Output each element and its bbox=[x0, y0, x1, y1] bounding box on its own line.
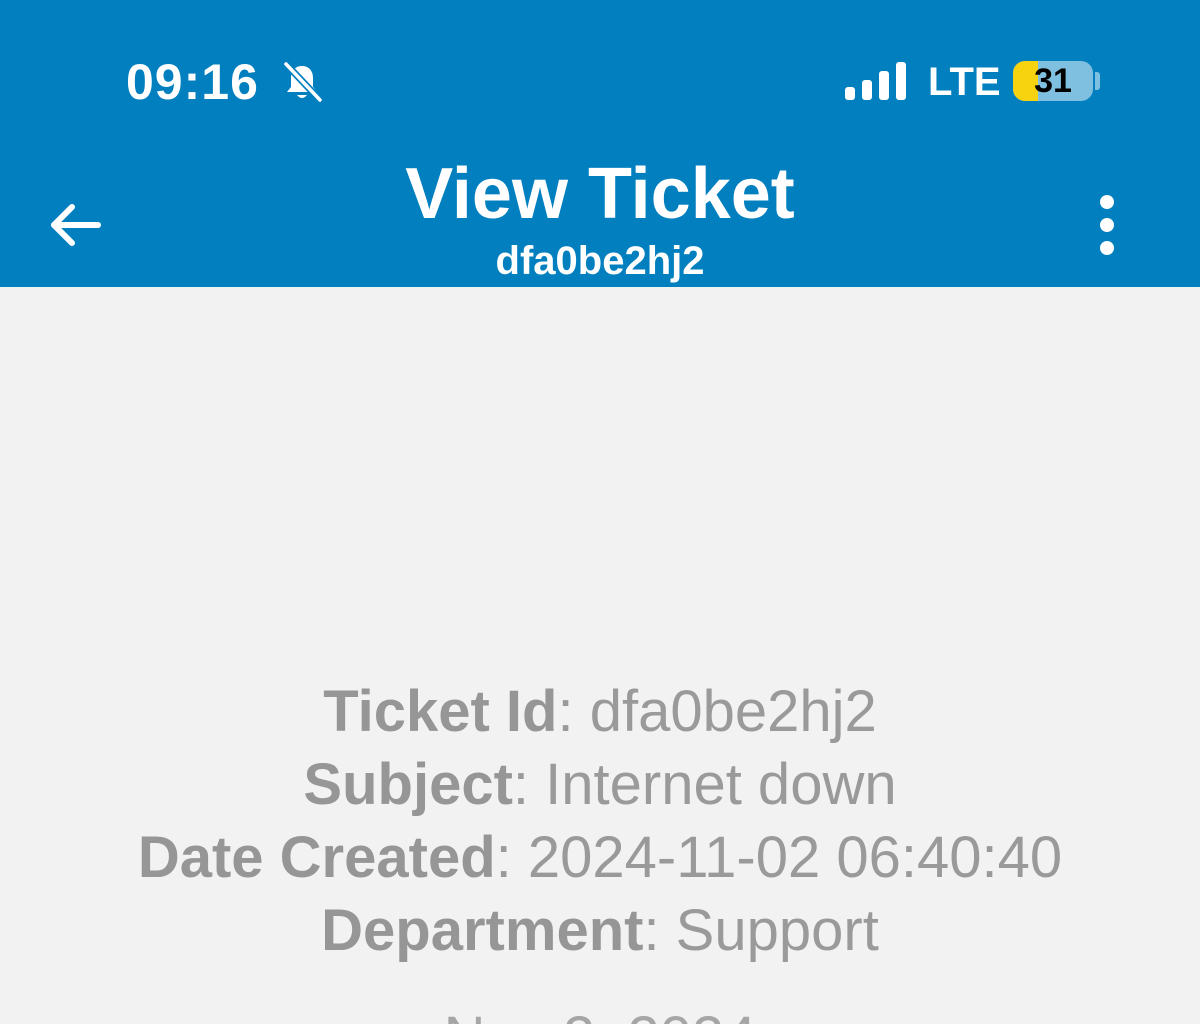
more-vertical-icon bbox=[1080, 195, 1134, 268]
detail-value: : dfa0be2hj2 bbox=[557, 679, 877, 744]
more-options-button[interactable] bbox=[1080, 190, 1134, 264]
detail-label: Ticket Id bbox=[323, 679, 558, 744]
detail-label: Department bbox=[321, 898, 644, 963]
bell-muted-icon bbox=[280, 60, 324, 104]
detail-row-date-created: Date Created: 2024-11-02 06:40:40 bbox=[0, 821, 1200, 894]
back-button[interactable] bbox=[40, 190, 110, 260]
header-title-block: View Ticket dfa0be2hj2 bbox=[300, 152, 900, 286]
detail-value: : Internet down bbox=[512, 752, 897, 817]
signal-bars-icon bbox=[845, 62, 909, 100]
status-time: 09:16 bbox=[126, 54, 259, 110]
detail-row-subject: Subject: Internet down bbox=[0, 748, 1200, 821]
detail-value: : Support bbox=[643, 898, 879, 963]
message-date-partial: Nov 2, 2024 bbox=[0, 1003, 1200, 1024]
battery-indicator: 31 bbox=[1013, 61, 1093, 101]
network-label: LTE bbox=[928, 60, 1001, 104]
detail-value: : 2024-11-02 06:40:40 bbox=[495, 825, 1063, 890]
ticket-details: Ticket Id: dfa0be2hj2 Subject: Internet … bbox=[0, 675, 1200, 967]
detail-label: Subject bbox=[303, 752, 513, 817]
arrow-left-icon bbox=[40, 204, 110, 264]
battery-tip bbox=[1095, 72, 1100, 90]
battery-level: 31 bbox=[1034, 62, 1072, 100]
detail-label: Date Created bbox=[137, 825, 496, 890]
detail-row-ticket-id: Ticket Id: dfa0be2hj2 bbox=[0, 675, 1200, 748]
page-subtitle: dfa0be2hj2 bbox=[495, 239, 705, 283]
page-title: View Ticket bbox=[405, 154, 795, 234]
detail-row-department: Department: Support bbox=[0, 894, 1200, 967]
app-header: 09:16 LTE 31 View Ticket dfa0be2hj2 bbox=[0, 0, 1200, 287]
